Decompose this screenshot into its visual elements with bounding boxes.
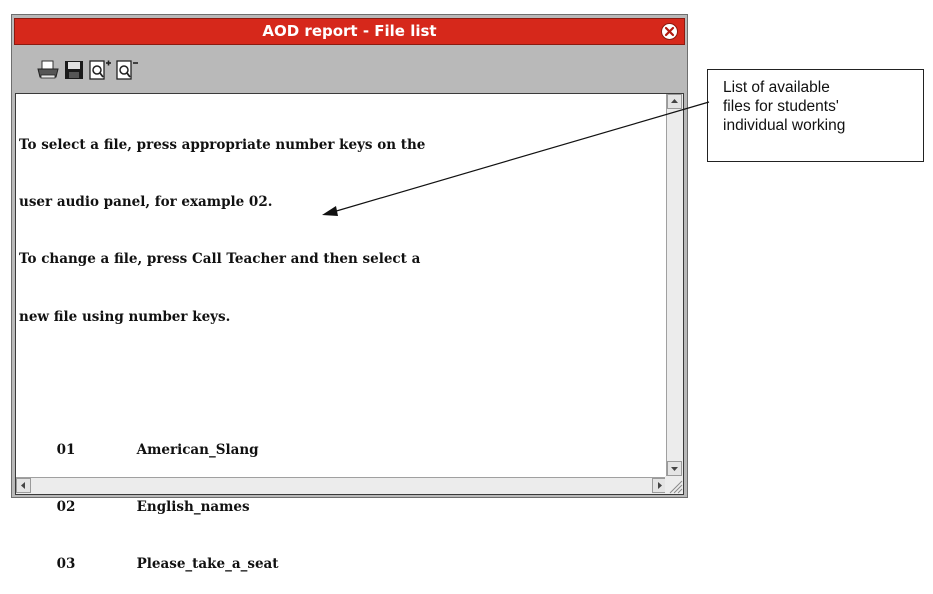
zoom-in-icon [89, 60, 111, 80]
file-name: American_Slang [136, 441, 259, 458]
file-row[interactable]: 03 Please_take_a_seat [19, 536, 657, 572]
report-text: To select a file, press appropriate numb… [19, 98, 657, 572]
window-title: AOD report - File list [262, 22, 437, 40]
file-name: English_names [136, 499, 250, 516]
scroll-up-icon[interactable] [667, 94, 682, 109]
callout-text: List of available files for students' in… [723, 79, 846, 134]
file-list-window: AOD report - File list To select a file,… [11, 14, 688, 572]
file-row[interactable]: 01 American_Slang [19, 422, 657, 458]
file-name: Please_take_a_seat [136, 556, 279, 573]
file-list-content: To select a file, press appropriate numb… [15, 93, 684, 572]
save-button[interactable] [63, 59, 85, 81]
print-button[interactable] [36, 59, 59, 81]
horizontal-scrollbar[interactable] [16, 477, 667, 494]
resize-grip-icon[interactable] [665, 476, 683, 494]
close-circle-icon[interactable] [661, 23, 678, 40]
scroll-left-icon[interactable] [16, 478, 31, 493]
callout-box: List of available files for students' in… [707, 69, 924, 162]
vertical-scrollbar[interactable] [666, 94, 683, 476]
zoom-out-button[interactable] [115, 59, 138, 81]
title-bar[interactable]: AOD report - File list [14, 18, 685, 45]
instruction-line: To select a file, press appropriate numb… [19, 137, 426, 153]
instruction-line: To change a file, press Call Teacher and… [19, 251, 421, 268]
file-number: 03 [56, 556, 76, 573]
file-number: 01 [56, 441, 76, 458]
scroll-down-icon[interactable] [667, 461, 682, 476]
instruction-line: user audio panel, for example 02. [19, 194, 273, 211]
zoom-in-button[interactable] [88, 59, 111, 81]
zoom-out-icon [116, 60, 138, 80]
file-number: 02 [56, 499, 76, 516]
print-icon [37, 60, 59, 79]
save-icon [65, 61, 83, 79]
instruction-line: new file using number keys. [19, 308, 231, 325]
